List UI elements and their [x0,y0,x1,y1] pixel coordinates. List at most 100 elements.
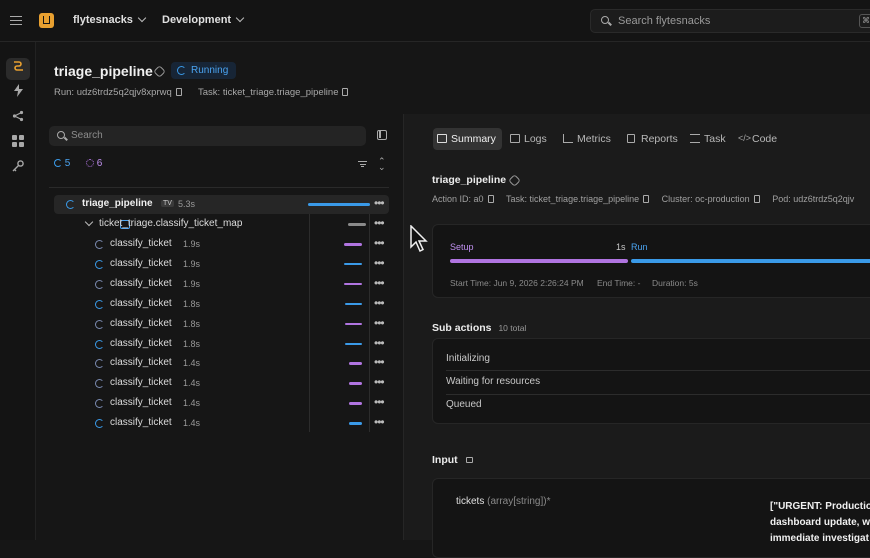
sub-actions-title: Sub actions 10 total [432,322,526,334]
more-icon[interactable]: ••• [374,196,385,210]
code-icon: </> [738,133,752,143]
action-cluster: Cluster: oc-production [661,194,750,204]
queued-count[interactable]: 6 [86,158,102,169]
spinner-icon [95,339,104,349]
action-name: classify_ticket [110,377,172,389]
copy-icon[interactable] [643,195,650,203]
running-count[interactable]: 5 [54,158,70,169]
copy-icon[interactable] [175,88,182,96]
global-search-input[interactable]: Search flytesnacks ⌘ [590,9,870,33]
search-icon [57,131,65,139]
tab-summary[interactable]: Summary [433,128,502,150]
shortcut-key: ⌘ [859,14,870,28]
link-icon[interactable] [508,174,521,187]
more-icon[interactable]: ••• [374,276,385,290]
action-name: classify_ticket [110,297,172,309]
tree-row[interactable]: classify_ticket 1.8s ••• [54,295,389,314]
more-icon[interactable]: ••• [374,375,385,389]
tree-row[interactable]: classify_ticket 1.4s ••• [54,354,389,373]
more-icon[interactable]: ••• [374,316,385,330]
tree-search-input[interactable]: Search [49,126,366,146]
tree-row[interactable]: classify_ticket 1.9s ••• [54,255,389,274]
timeline-bar [344,282,362,286]
tab-metrics[interactable]: Metrics [559,128,611,150]
action-name: classify_ticket [110,417,172,429]
toggle-panel-icon[interactable] [377,130,387,140]
more-icon[interactable]: ••• [374,256,385,270]
share-icon[interactable] [6,107,30,129]
tree-row[interactable]: classify_ticket 1.8s ••• [54,335,389,354]
project-name: flytesnacks [73,14,133,26]
more-icon[interactable]: ••• [374,415,385,429]
tree-row[interactable]: classify_ticket 1.8s ••• [54,315,389,334]
setup-label: Setup [450,242,474,252]
more-icon[interactable]: ••• [374,236,385,250]
tree-row[interactable]: classify_ticket 1.9s ••• [54,275,389,294]
menu-icon[interactable] [10,16,22,25]
copy-icon[interactable] [753,195,760,203]
queued-count-value: 6 [96,158,103,169]
more-icon[interactable]: ••• [374,336,385,350]
copy-icon[interactable] [487,195,494,203]
tab-code[interactable]: </> Code [734,128,777,150]
run-header: triage_pipeline Running Run: udz6trdz5q2… [36,42,870,114]
tree-row[interactable]: classify_ticket 1.9s ••• [54,235,389,254]
timeline-bar [349,382,362,385]
sub-action-queued[interactable]: Queued [446,399,482,410]
more-icon[interactable]: ••• [374,355,385,369]
tree-row[interactable]: classify_ticket 1.4s ••• [54,394,389,413]
search-placeholder: Search flytesnacks [618,15,711,27]
nav-rail [0,42,36,540]
copy-icon[interactable] [342,88,349,96]
collapse-all-icon[interactable]: ⌃ ⌄ [378,157,386,172]
root-tag: TV [161,200,174,207]
domain-selector[interactable]: Development [162,13,245,26]
spinner-icon [95,379,104,389]
action-name: classify_ticket [110,357,172,369]
spinner-icon [95,359,104,369]
tree-search-placeholder: Search [71,130,103,141]
task-label: Task: [198,87,221,98]
link-icon[interactable] [153,65,166,78]
filter-icon[interactable] [358,161,367,168]
project-selector[interactable]: flytesnacks [73,13,147,26]
sub-actions-total: 10 total [498,323,527,333]
key-icon[interactable] [6,157,30,179]
action-pod: Pod: udz6trdz5q2qjv [772,194,855,204]
tab-reports[interactable]: Reports [623,128,678,150]
action-duration: 1.9s [183,239,201,249]
timeline-bar [345,322,362,326]
action-name: classify_ticket [110,337,172,349]
param-name: tickets [456,496,485,507]
more-icon[interactable]: ••• [374,395,385,409]
more-icon[interactable]: ••• [374,216,385,230]
union-logo[interactable] [39,13,54,28]
divider [446,394,870,395]
action-duration: 1.4s [183,358,201,369]
action-duration: 1.4s [183,378,201,389]
action-name: classify_ticket [110,257,172,269]
task-icon [690,134,700,143]
runs-icon[interactable] [6,58,30,80]
param-type: (array[string])* [487,496,551,507]
tree-row[interactable]: classify_ticket 1.4s ••• [54,414,389,433]
run-id-label: Run: [54,87,75,98]
input-card: tickets (array[string])* ["URGENT: Produ… [432,478,870,558]
apps-icon[interactable] [6,132,30,154]
sub-action-initializing[interactable]: Initializing [446,353,490,364]
sub-action-waiting[interactable]: Waiting for resources [446,376,540,387]
tree-row[interactable]: classify_ticket 1.4s ••• [54,374,389,393]
action-duration: 1.9s [183,258,201,269]
tree-row-map[interactable]: ticket_triage.classify_ticket_map ••• [54,215,389,234]
tab-logs[interactable]: Logs [506,128,547,150]
bolt-icon[interactable] [6,82,30,104]
run-id: Run: udz6trdz5q2qjv8xprwq [54,87,182,98]
more-icon[interactable]: ••• [374,296,385,310]
start-time: Start Time: Jun 9, 2026 2:26:24 PM [450,278,584,288]
sub-actions-heading: Sub actions [432,322,492,334]
tab-task[interactable]: Task [686,128,726,150]
chevron-down-icon[interactable] [84,217,94,227]
action-duration: 1.8s [183,318,201,329]
page-title: triage_pipeline [54,63,153,79]
tree-row-root[interactable]: triage_pipeline TV 5.3s ••• [54,195,389,214]
